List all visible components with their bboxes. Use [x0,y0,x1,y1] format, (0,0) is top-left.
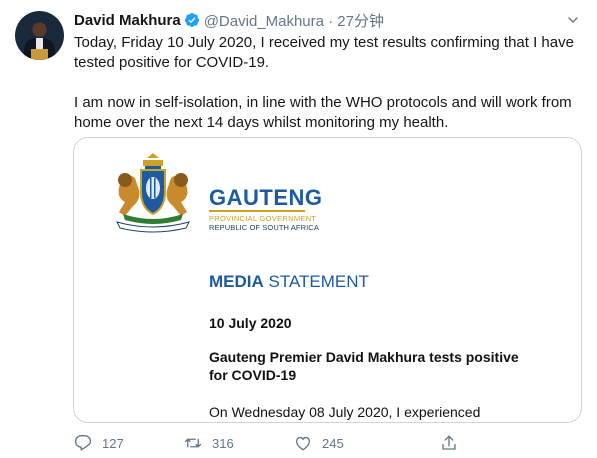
retweet-count: 316 [212,435,234,451]
statement-body: On Wednesday 08 July 2020, I experienced [209,404,481,420]
author-avatar[interactable] [15,11,64,60]
share-button[interactable] [440,434,468,452]
author-name[interactable]: David Makhura [74,12,181,29]
coat-of-arms-icon [116,153,190,233]
verified-badge-icon [184,13,199,27]
statement-heading-rest: STATEMENT [263,272,369,291]
share-icon [442,435,456,450]
media-attachment[interactable]: GAUTENG PROVINCIAL GOVERNMENT REPUBLIC O… [73,137,582,423]
brand-title: GAUTENG [209,185,323,210]
tweet-paragraph-2: I am now in self-isolation, in line with… [74,94,572,131]
statement-heading: MEDIA STATEMENT [209,272,369,292]
brand-subtitle-2: REPUBLIC OF SOUTH AFRICA [209,223,319,232]
brand-divider [209,210,305,212]
tweet-header: David Makhura @David_Makhura · 27分钟 [74,10,384,31]
author-handle-time[interactable]: @David_Makhura · 27分钟 [204,10,384,31]
like-button[interactable]: 245 [294,434,404,452]
tweet-actions: 127 316 245 [74,433,584,453]
brand-subtitle-1: PROVINCIAL GOVERNMENT [209,214,317,223]
like-icon [295,436,311,451]
statement-date: 10 July 2020 [209,315,292,331]
reply-button[interactable]: 127 [74,434,184,452]
tweet-paragraph-1: Today, Friday 10 July 2020, I received m… [74,34,574,71]
avatar-podium [31,49,48,60]
tweet-text: Today, Friday 10 July 2020, I received m… [74,33,584,133]
retweet-icon [184,438,202,448]
reply-icon [74,434,92,451]
chevron-down-icon[interactable] [565,12,581,28]
reply-count: 127 [102,435,124,451]
retweet-button[interactable]: 316 [184,434,294,452]
statement-heading-bold: MEDIA [209,272,264,291]
like-count: 245 [322,435,344,451]
statement-headline: Gauteng Premier David Makhura tests posi… [209,349,519,383]
